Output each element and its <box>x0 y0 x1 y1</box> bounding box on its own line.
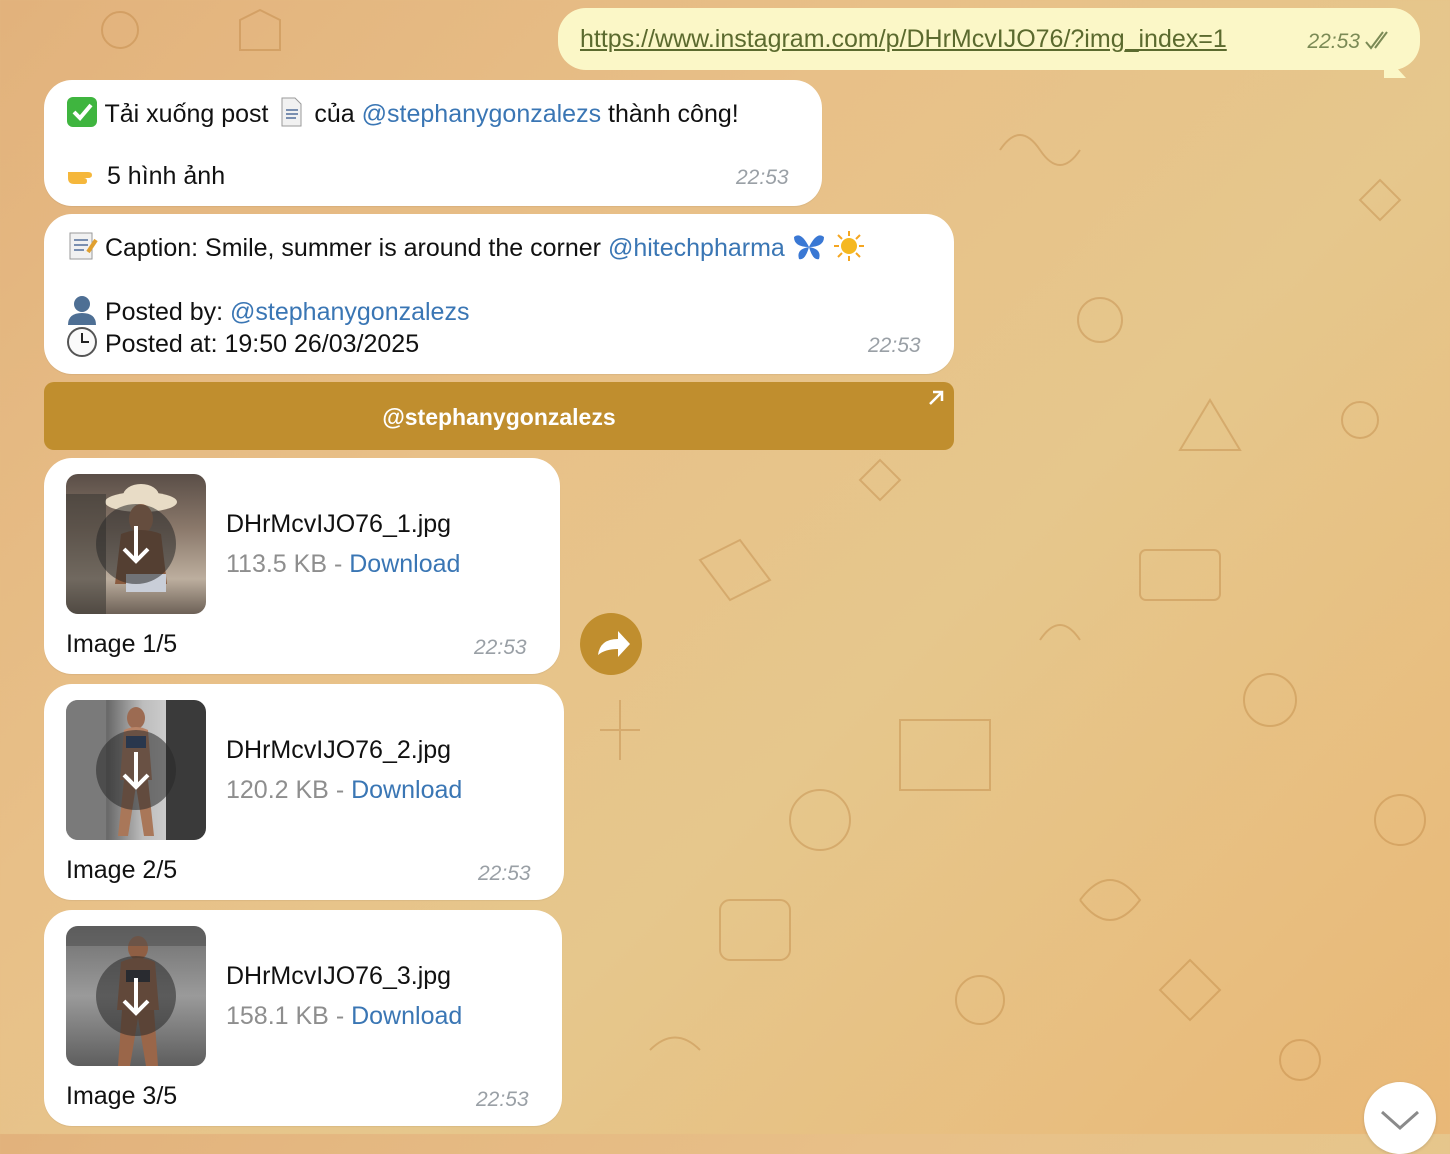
file-message: DHrMcvIJO76_1.jpg 113.5 KB - Download Im… <box>44 458 560 674</box>
download-icon <box>122 752 150 790</box>
butterfly-icon <box>793 235 824 260</box>
image-caption: Image 3/5 <box>66 1082 178 1110</box>
file-name: DHrMcvIJO76_3.jpg <box>226 962 452 990</box>
double-check-icon <box>1365 31 1388 50</box>
chevron-down-icon <box>1381 1110 1419 1131</box>
download-link[interactable]: Download <box>351 776 462 804</box>
file-size: 120.2 KB <box>226 776 329 804</box>
bubble-tail <box>1384 54 1406 78</box>
image-thumbnail[interactable] <box>66 700 206 840</box>
message-time: 22:53 <box>736 166 789 189</box>
profile-link-label: @stephanygonzalezs <box>382 404 616 430</box>
file-meta: 120.2 KB - Download <box>226 776 462 805</box>
download-link[interactable]: Download <box>351 1002 462 1030</box>
post-info-message: Caption: Smile, summer is around the cor… <box>44 214 954 374</box>
file-meta: 113.5 KB - Download <box>226 550 460 579</box>
file-name: DHrMcvIJO76_2.jpg <box>226 736 452 764</box>
image-thumbnail[interactable] <box>66 474 206 614</box>
user-icon <box>68 296 96 325</box>
image-thumbnail[interactable] <box>66 926 206 1066</box>
message-time: 22:53 <box>1307 30 1360 53</box>
meta-separator: - <box>335 776 345 804</box>
check-icon <box>67 97 97 127</box>
clock-icon <box>67 327 97 357</box>
status-text-middle: của <box>314 100 355 128</box>
document-icon <box>281 97 302 127</box>
message-time: 22:53 <box>476 1088 529 1111</box>
instagram-url-link[interactable]: https://www.instagram.com/p/DHrMcvIJO76/… <box>580 25 1227 54</box>
download-overlay[interactable] <box>96 956 176 1036</box>
file-message: DHrMcvIJO76_3.jpg 158.1 KB - Download Im… <box>44 910 562 1126</box>
caption-text: Caption: Smile, summer is around the cor… <box>104 234 601 262</box>
download-icon <box>122 978 150 1016</box>
file-message: DHrMcvIJO76_2.jpg 120.2 KB - Download Im… <box>44 684 564 900</box>
message-time: 22:53 <box>868 334 921 357</box>
scroll-to-bottom-button[interactable] <box>1364 1082 1436 1154</box>
pointing-hand-icon <box>68 172 92 184</box>
download-overlay[interactable] <box>96 730 176 810</box>
outgoing-message: https://www.instagram.com/p/DHrMcvIJO76/… <box>558 8 1420 78</box>
download-link[interactable]: Download <box>349 550 460 578</box>
message-time: 22:53 <box>474 636 527 659</box>
image-caption: Image 2/5 <box>66 856 178 884</box>
file-size: 158.1 KB <box>226 1002 329 1030</box>
file-name: DHrMcvIJO76_1.jpg <box>226 510 452 538</box>
status-text-prefix: Tải xuống post <box>104 100 269 128</box>
posted-by-label: Posted by: <box>104 298 224 326</box>
profile-link-button[interactable]: @stephanygonzalezs <box>44 382 954 450</box>
file-meta: 158.1 KB - Download <box>226 1002 462 1031</box>
posted-at-text: Posted at: 19:50 26/03/2025 <box>104 330 420 358</box>
file-size: 113.5 KB <box>226 550 328 578</box>
author-mention-link[interactable]: @stephanygonzalezs <box>362 100 601 128</box>
message-time: 22:53 <box>478 862 531 885</box>
download-icon <box>122 526 150 564</box>
sun-icon <box>833 231 864 261</box>
share-icon <box>598 631 630 657</box>
share-button[interactable] <box>580 613 642 675</box>
meta-separator: - <box>333 550 343 578</box>
download-status-message: Tải xuống post của @stephanygonzalezs th… <box>44 80 822 206</box>
caption-mention-link[interactable]: @hitechpharma <box>608 234 785 262</box>
posted-by-mention-link[interactable]: @stephanygonzalezs <box>230 298 469 326</box>
external-arrow-icon <box>929 390 944 405</box>
meta-separator: - <box>335 1002 345 1030</box>
memo-icon <box>69 232 98 260</box>
status-text-suffix: thành công! <box>608 100 739 128</box>
image-caption: Image 1/5 <box>66 630 178 658</box>
image-count-text: 5 hình ảnh <box>106 162 226 190</box>
download-overlay[interactable] <box>96 504 176 584</box>
